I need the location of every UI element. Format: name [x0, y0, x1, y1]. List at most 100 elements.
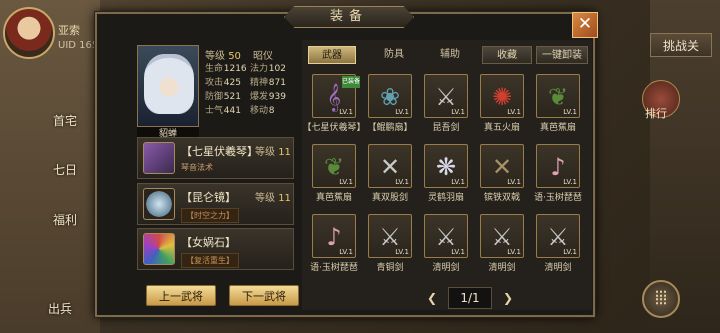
- skill-card[interactable]: 【昆仑镜】 等级 11 【时空之力】: [137, 183, 294, 225]
- item-name: 清明剑: [488, 263, 516, 273]
- item-slot[interactable]: ❦ LV.1 真芭蕉扇: [532, 74, 584, 138]
- stat-value: 441: [223, 106, 241, 116]
- tab-accessory[interactable]: 辅助: [426, 46, 474, 64]
- player-name: 亚索: [58, 24, 80, 37]
- item-slot[interactable]: ♪ LV.1 语·玉树琵琶: [308, 214, 360, 278]
- item-name: 语·玉树琵琶: [310, 263, 358, 273]
- item-level: LV.1: [507, 178, 521, 186]
- item-icon-frame: ⚔ LV.1: [536, 214, 580, 258]
- item-name: 语·玉树琵琶: [534, 193, 582, 203]
- stat-value: 1216: [223, 64, 247, 74]
- item-icon-frame: ✺ LV.1: [480, 74, 524, 118]
- skill-name: 【七星伏羲琴】: [181, 145, 258, 158]
- item-slot[interactable]: ⚔ LV.1 青铜剑: [364, 214, 416, 278]
- skill-level-label: 等级: [255, 147, 275, 158]
- item-level: LV.1: [339, 178, 353, 186]
- panel-title: 装备: [284, 6, 414, 28]
- rank-label[interactable]: 排行: [645, 105, 667, 121]
- hero-stats: 生命 1216 法力 102 攻击 425 精神 871 防御 521 爆发 939 士气 441 移…: [205, 62, 295, 118]
- item-slot[interactable]: ⚔ LV.1 清明剑: [420, 214, 472, 278]
- stat-row: 士气 441 移动 8: [205, 104, 295, 118]
- tab-weapon[interactable]: 武器: [308, 46, 356, 64]
- skill-desc: 琴音法术: [181, 163, 213, 172]
- item-level: LV.1: [563, 178, 577, 186]
- item-name: 昆吾剑: [432, 123, 460, 133]
- item-slot[interactable]: ⚔ LV.1 清明剑: [476, 214, 528, 278]
- side-menu-welfare[interactable]: 福利: [40, 195, 90, 233]
- stat-key: 攻击: [205, 78, 224, 88]
- item-level: LV.1: [507, 248, 521, 256]
- side-menu-home[interactable]: 首宅: [40, 96, 90, 134]
- stat-value: 939: [268, 92, 286, 102]
- item-level: LV.1: [395, 108, 409, 116]
- stat-key: 防御: [205, 92, 224, 102]
- item-name: 青铜剑: [376, 263, 404, 273]
- stat-key: 精神: [250, 78, 269, 88]
- uid-label: UID: [58, 40, 76, 51]
- item-icon-frame: ❋ LV.1: [424, 144, 468, 188]
- hero-level-label: 等级: [205, 51, 225, 62]
- tab-armor[interactable]: 防具: [370, 46, 418, 64]
- stat-value: 521: [223, 92, 241, 102]
- qin-icon: [143, 142, 175, 174]
- item-name: 清明剑: [432, 263, 460, 273]
- stat-key: 爆发: [250, 92, 269, 102]
- item-level: LV.1: [563, 248, 577, 256]
- item-level: LV.1: [395, 178, 409, 186]
- item-level: LV.1: [451, 108, 465, 116]
- item-slot[interactable]: ⚔ LV.1 清明剑: [532, 214, 584, 278]
- item-icon-frame: ✕ LV.1: [480, 144, 524, 188]
- stat-key: 法力: [250, 64, 269, 74]
- collect-button[interactable]: 收藏: [482, 46, 532, 64]
- item-name: 清明剑: [544, 263, 572, 273]
- item-slot[interactable]: ✕ LV.1 真双股剑: [364, 144, 416, 208]
- skill-level-value: 11: [278, 193, 291, 204]
- item-slot[interactable]: ♪ LV.1 语·玉树琵琶: [532, 144, 584, 208]
- item-icon-frame: ⚔ LV.1: [424, 74, 468, 118]
- item-slot[interactable]: ❦ LV.1 真芭蕉扇: [308, 144, 360, 208]
- item-level: LV.1: [563, 108, 577, 116]
- item-slot[interactable]: 𝄞 LV.1 已装备 【七星伏羲琴】: [302, 74, 366, 138]
- item-slot[interactable]: ❀ LV.1 【鲲鹏扇】: [364, 74, 416, 138]
- skill-card[interactable]: 【七星伏羲琴】 等级 11 琴音法术: [137, 137, 294, 179]
- item-name: 【鲲鹏扇】: [367, 123, 413, 133]
- item-icon-frame: ❦ LV.1: [536, 74, 580, 118]
- item-level: LV.1: [339, 108, 353, 116]
- item-icon-frame: ❦ LV.1: [312, 144, 356, 188]
- item-slot[interactable]: ✕ LV.1 镔铁双戟: [476, 144, 528, 208]
- item-name: 真芭蕉扇: [539, 123, 576, 133]
- item-icon-frame: ⚔ LV.1: [480, 214, 524, 258]
- prev-hero-button[interactable]: 上一武将: [146, 285, 216, 306]
- item-icon-frame: ✕ LV.1: [368, 144, 412, 188]
- item-level: LV.1: [395, 248, 409, 256]
- stat-key: 移动: [250, 106, 269, 116]
- stat-value: 871: [268, 78, 286, 88]
- next-page-button[interactable]: ❯: [498, 288, 518, 308]
- side-menu-seven-days[interactable]: 七日: [40, 145, 90, 183]
- gem-icon: [143, 233, 175, 265]
- skill-level-label: 等级: [255, 193, 275, 204]
- hero-title: 昭仪: [253, 51, 273, 62]
- close-button[interactable]: ✕: [572, 12, 598, 38]
- item-slot[interactable]: ✺ LV.1 真五火扇: [476, 74, 528, 138]
- skill-level: 等级 11: [255, 189, 291, 204]
- player-avatar[interactable]: [3, 7, 55, 59]
- stat-value: 8: [268, 106, 275, 116]
- next-hero-button[interactable]: 下一武将: [229, 285, 299, 306]
- side-menu-dispatch[interactable]: 出兵: [48, 300, 72, 317]
- item-slot[interactable]: ❋ LV.1 灵鹤羽扇: [420, 144, 472, 208]
- item-icon-frame: 𝄞 LV.1 已装备: [312, 74, 360, 118]
- item-slot[interactable]: ⚔ LV.1 昆吾剑: [420, 74, 472, 138]
- prev-page-button[interactable]: ❮: [422, 288, 442, 308]
- hero-portrait-art: [144, 54, 194, 114]
- unequip-all-button[interactable]: 一键卸装: [536, 46, 588, 64]
- skill-name: 【昆仑镜】: [181, 191, 236, 204]
- challenge-button[interactable]: 挑战关: [650, 33, 712, 57]
- item-icon-frame: ⚔ LV.1: [368, 214, 412, 258]
- item-icon-frame: ❀ LV.1: [368, 74, 412, 118]
- skill-card[interactable]: 【女娲石】 【复活重生】: [137, 228, 294, 270]
- hero-portrait: [137, 45, 199, 127]
- stat-key: 士气: [205, 106, 224, 116]
- menu-icon[interactable]: ⦙⦙⦙: [642, 280, 680, 318]
- skill-level-value: 11: [278, 147, 291, 158]
